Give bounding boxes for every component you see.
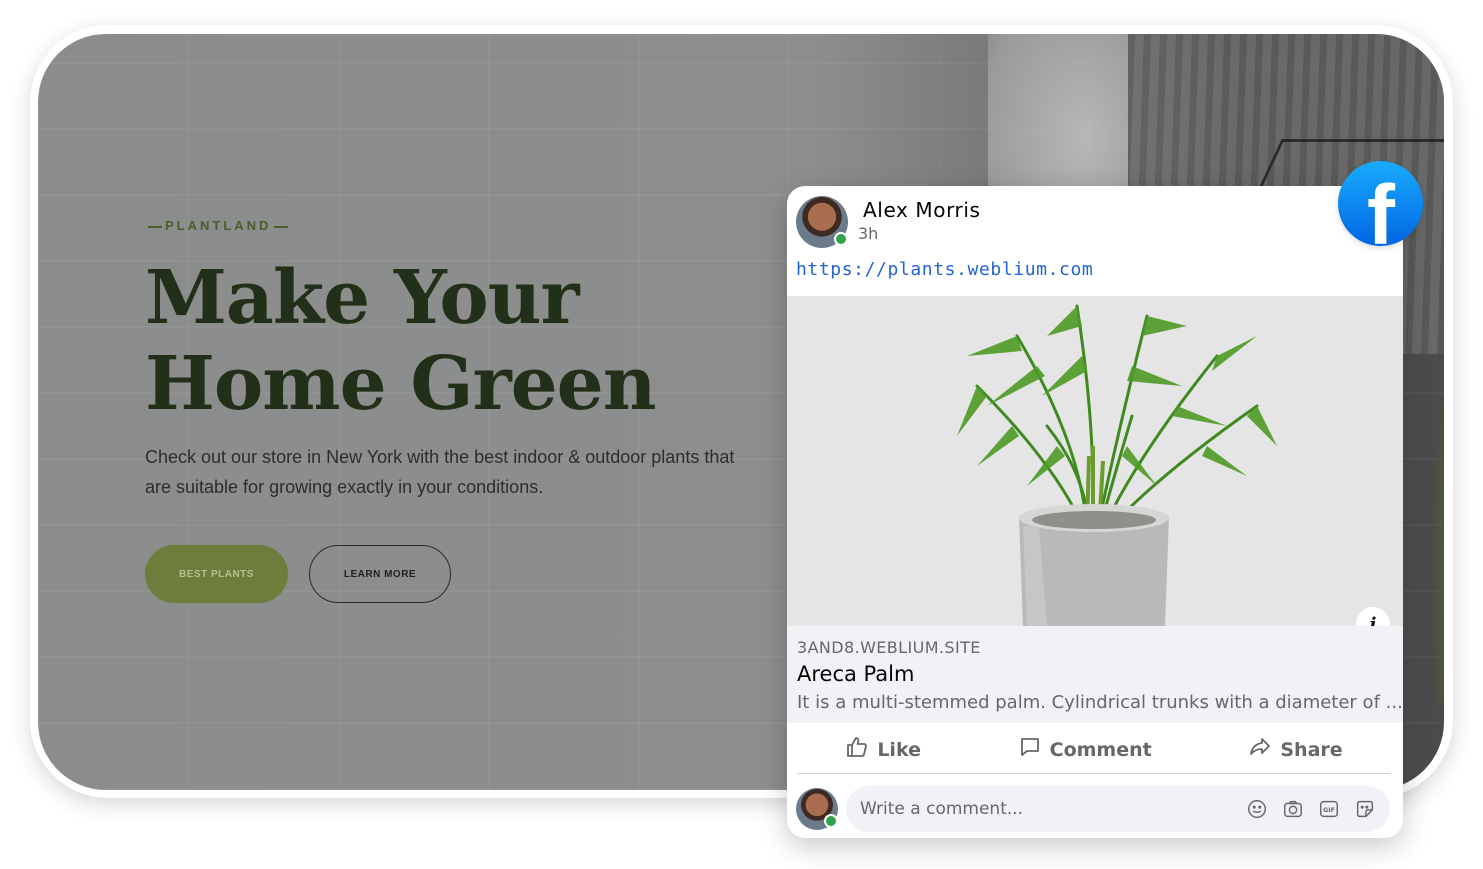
comment-avatar[interactable] xyxy=(796,788,838,830)
post-preview-image[interactable] xyxy=(787,296,1403,626)
like-label: Like xyxy=(877,738,921,761)
eyebrow-text: PLANTLAND xyxy=(165,218,272,233)
share-label: Share xyxy=(1280,738,1343,761)
post-link[interactable]: https://plants.weblium.com xyxy=(796,259,1093,280)
eyebrow-dash-left xyxy=(148,225,162,228)
post-author-name[interactable]: Alex Morris xyxy=(863,198,981,222)
hero-eyebrow: PLANTLAND xyxy=(145,218,291,233)
svg-text:GIF: GIF xyxy=(1323,806,1335,814)
preview-title: Areca Palm xyxy=(797,662,915,686)
share-icon xyxy=(1248,735,1272,764)
sticker-icon[interactable] xyxy=(1354,798,1376,820)
hero-description: Check out our store in New York with the… xyxy=(145,447,735,497)
eyebrow-dash-right xyxy=(274,225,289,228)
preview-description: It is a multi-stemmed palm. Cylindrical … xyxy=(797,692,1403,713)
like-button[interactable]: Like xyxy=(845,735,921,764)
comment-icon xyxy=(1018,735,1042,764)
emoji-icon[interactable] xyxy=(1246,798,1268,820)
like-icon xyxy=(845,735,869,764)
post-actions-bar: Like Comment Share xyxy=(797,726,1391,774)
headline-line-2: Home Green xyxy=(145,341,657,427)
hero-headline: Make Your Home Green xyxy=(145,255,765,427)
comment-box[interactable]: GIF xyxy=(846,786,1390,832)
headline-line-1: Make Your xyxy=(145,255,580,341)
gif-icon[interactable]: GIF xyxy=(1318,798,1340,820)
preview-domain: 3AND8.WEBLIUM.SITE xyxy=(797,638,981,657)
share-button[interactable]: Share xyxy=(1248,735,1343,764)
palm-plant-image xyxy=(787,296,1403,626)
facebook-logo-icon: f xyxy=(1338,161,1423,246)
background-succulents xyxy=(1433,284,1444,704)
avatar[interactable] xyxy=(796,196,848,248)
best-plants-button[interactable]: BEST PLANTS xyxy=(145,545,288,603)
camera-icon[interactable] xyxy=(1282,798,1304,820)
comment-label: Comment xyxy=(1049,738,1152,761)
learn-more-button[interactable]: LEARN MORE xyxy=(309,545,451,603)
comment-button[interactable]: Comment xyxy=(1018,735,1152,764)
comment-input[interactable] xyxy=(860,799,1246,819)
facebook-post-card: Alex Morris 3h https://plants.weblium.co… xyxy=(787,186,1403,838)
post-timestamp[interactable]: 3h xyxy=(858,224,878,243)
comment-tools: GIF xyxy=(1246,798,1376,820)
link-preview[interactable]: 3AND8.WEBLIUM.SITE Areca Palm It is a mu… xyxy=(787,626,1403,723)
